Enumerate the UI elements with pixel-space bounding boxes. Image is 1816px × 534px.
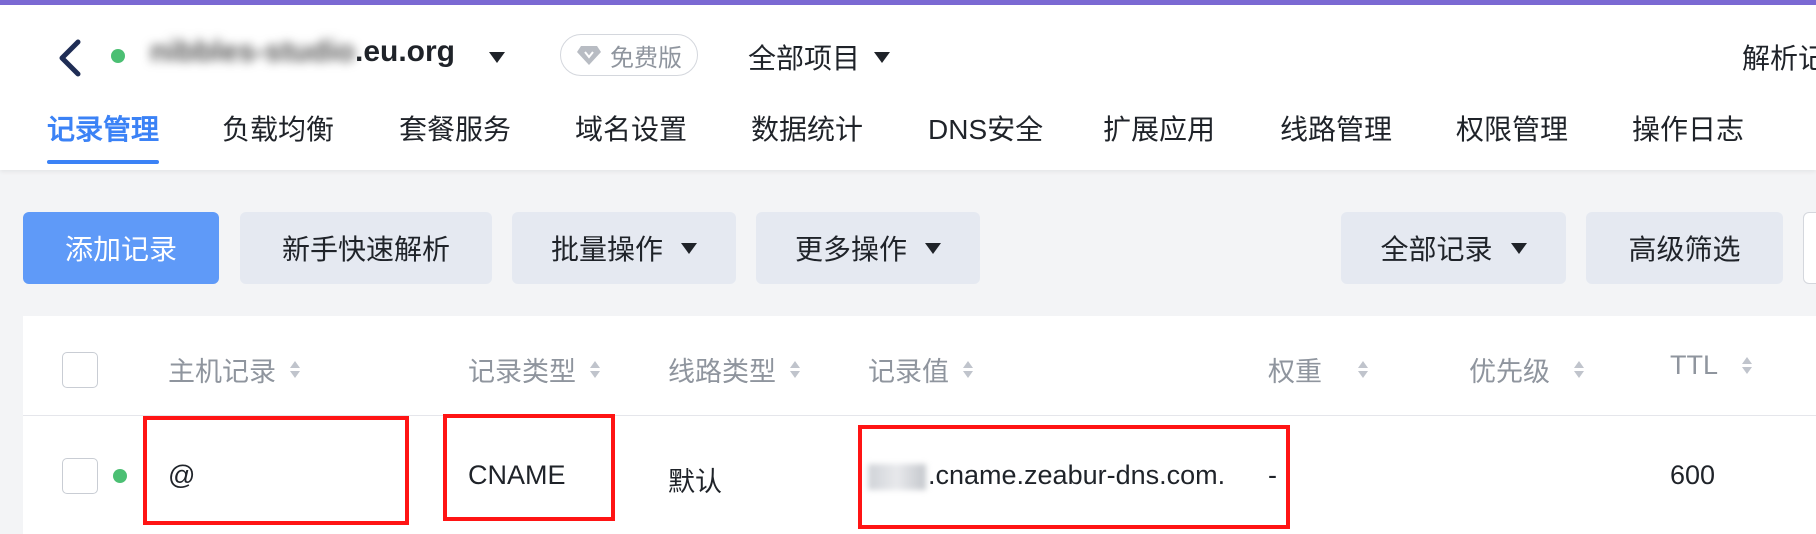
sort-icon[interactable]	[590, 361, 600, 378]
masked-value-prefix	[868, 463, 926, 490]
record-ttl[interactable]: 600	[1670, 460, 1715, 491]
record-weight: -	[1268, 460, 1277, 490]
column-host-label: 主机记录	[168, 357, 276, 387]
quick-setup-label: 新手快速解析	[281, 234, 450, 265]
column-ttl[interactable]: TTL	[1670, 350, 1753, 381]
record-value-text: .cname.zeabur-dns.com.	[928, 460, 1226, 490]
domain-name-suffix: .eu.org	[355, 35, 456, 68]
record-value[interactable]: .cname.zeabur-dns.com.	[868, 460, 1225, 491]
chevron-down-icon	[925, 242, 941, 254]
more-ops-button[interactable]: 更多操作	[756, 212, 980, 284]
active-tab-indicator	[47, 160, 159, 164]
records-table: 主机记录 记录类型 线路类型 记录值 权重 优先级 TTL @ CNAME 默认…	[23, 316, 1816, 534]
column-type-label: 记录类型	[468, 357, 576, 387]
right-menu-label[interactable]: 解析记	[1742, 37, 1816, 77]
column-type[interactable]: 记录类型	[468, 350, 600, 389]
tab-domain-settings[interactable]: 域名设置	[575, 108, 687, 148]
domain-name-masked: nibbles-studio	[150, 35, 355, 68]
record-host[interactable]: @	[168, 460, 195, 491]
column-line[interactable]: 线路类型	[668, 350, 800, 389]
sort-icon[interactable]	[790, 361, 800, 378]
project-selector[interactable]: 全部项目	[748, 37, 891, 77]
table-header: 主机记录 记录类型 线路类型 记录值 权重 优先级 TTL	[23, 316, 1816, 416]
domain-status-dot	[111, 49, 125, 63]
tab-operation-log[interactable]: 操作日志	[1632, 108, 1744, 148]
chevron-down-icon	[681, 242, 697, 254]
tab-permissions[interactable]: 权限管理	[1456, 108, 1568, 148]
tab-statistics[interactable]: 数据统计	[751, 108, 863, 148]
add-record-button[interactable]: 添加记录	[23, 212, 219, 284]
more-ops-label: 更多操作	[794, 234, 907, 265]
tab-plan-service[interactable]: 套餐服务	[399, 108, 511, 148]
tab-extensions[interactable]: 扩展应用	[1103, 108, 1215, 148]
batch-ops-label: 批量操作	[550, 234, 663, 265]
column-weight[interactable]: 权重	[1268, 350, 1368, 389]
sort-icon[interactable]	[1574, 361, 1584, 378]
record-type[interactable]: CNAME	[468, 460, 566, 491]
record-status-dot	[113, 469, 127, 483]
batch-ops-button[interactable]: 批量操作	[512, 212, 736, 284]
plan-badge-label: 免费版	[610, 44, 682, 72]
back-arrow-icon[interactable]	[56, 38, 86, 78]
project-selector-label: 全部项目	[748, 43, 861, 74]
column-priority-label: 优先级	[1469, 357, 1550, 387]
tab-bar: 记录管理 负载均衡 套餐服务 域名设置 数据统计 DNS安全 扩展应用 线路管理…	[0, 108, 1816, 170]
chevron-down-icon	[1510, 242, 1527, 254]
domain-dropdown-caret-icon[interactable]	[489, 52, 505, 63]
select-all-checkbox[interactable]	[62, 352, 98, 388]
sort-icon[interactable]	[1358, 361, 1368, 378]
tab-dns-security[interactable]: DNS安全	[928, 108, 1043, 148]
sort-icon[interactable]	[963, 361, 973, 378]
diamond-icon	[577, 46, 601, 65]
add-record-label: 添加记录	[64, 234, 177, 265]
column-line-label: 线路类型	[668, 357, 776, 387]
plan-badge[interactable]: 免费版	[560, 34, 698, 76]
column-weight-label: 权重	[1268, 357, 1322, 387]
tab-record-management[interactable]: 记录管理	[47, 108, 159, 148]
row-checkbox[interactable]	[62, 458, 98, 494]
sort-icon[interactable]	[290, 361, 300, 378]
column-value-label: 记录值	[868, 357, 949, 387]
column-host[interactable]: 主机记录	[168, 350, 300, 389]
column-value[interactable]: 记录值	[868, 350, 973, 389]
tab-load-balancing[interactable]: 负载均衡	[222, 108, 334, 148]
advanced-filter-button[interactable]: 高级筛选	[1586, 212, 1783, 284]
column-ttl-label: TTL	[1670, 350, 1719, 380]
tab-line-management[interactable]: 线路管理	[1280, 108, 1392, 148]
record-line[interactable]: 默认	[668, 460, 722, 499]
advanced-filter-label: 高级筛选	[1628, 234, 1741, 265]
search-field-edge[interactable]	[1803, 212, 1816, 284]
sort-icon[interactable]	[1742, 357, 1753, 374]
toolbar: 添加记录 新手快速解析 批量操作 更多操作 全部记录 高级筛选	[0, 212, 1816, 284]
column-priority[interactable]: 优先级	[1469, 350, 1584, 389]
quick-setup-button[interactable]: 新手快速解析	[240, 212, 492, 284]
domain-name[interactable]: nibbles-studio.eu.org	[150, 35, 455, 69]
all-records-label: 全部记录	[1380, 234, 1493, 265]
chevron-down-icon	[874, 51, 891, 63]
all-records-filter[interactable]: 全部记录	[1341, 212, 1566, 284]
